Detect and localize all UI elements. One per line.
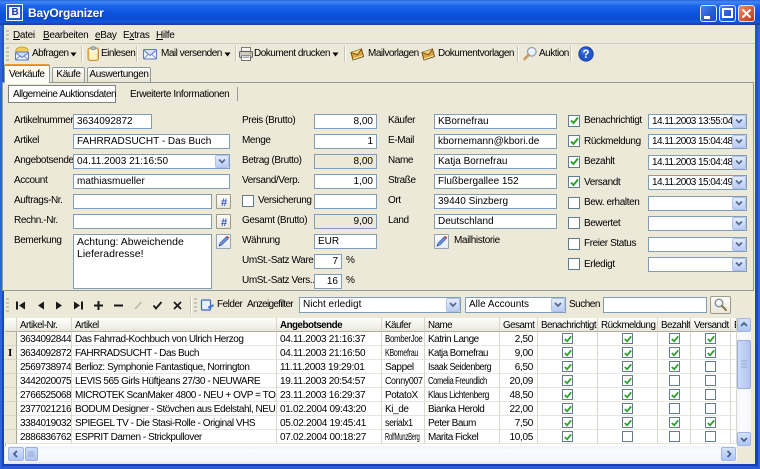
svg-text:#: # [221,217,227,229]
svg-text:?: ? [582,49,589,61]
svg-text:#: # [221,197,227,209]
